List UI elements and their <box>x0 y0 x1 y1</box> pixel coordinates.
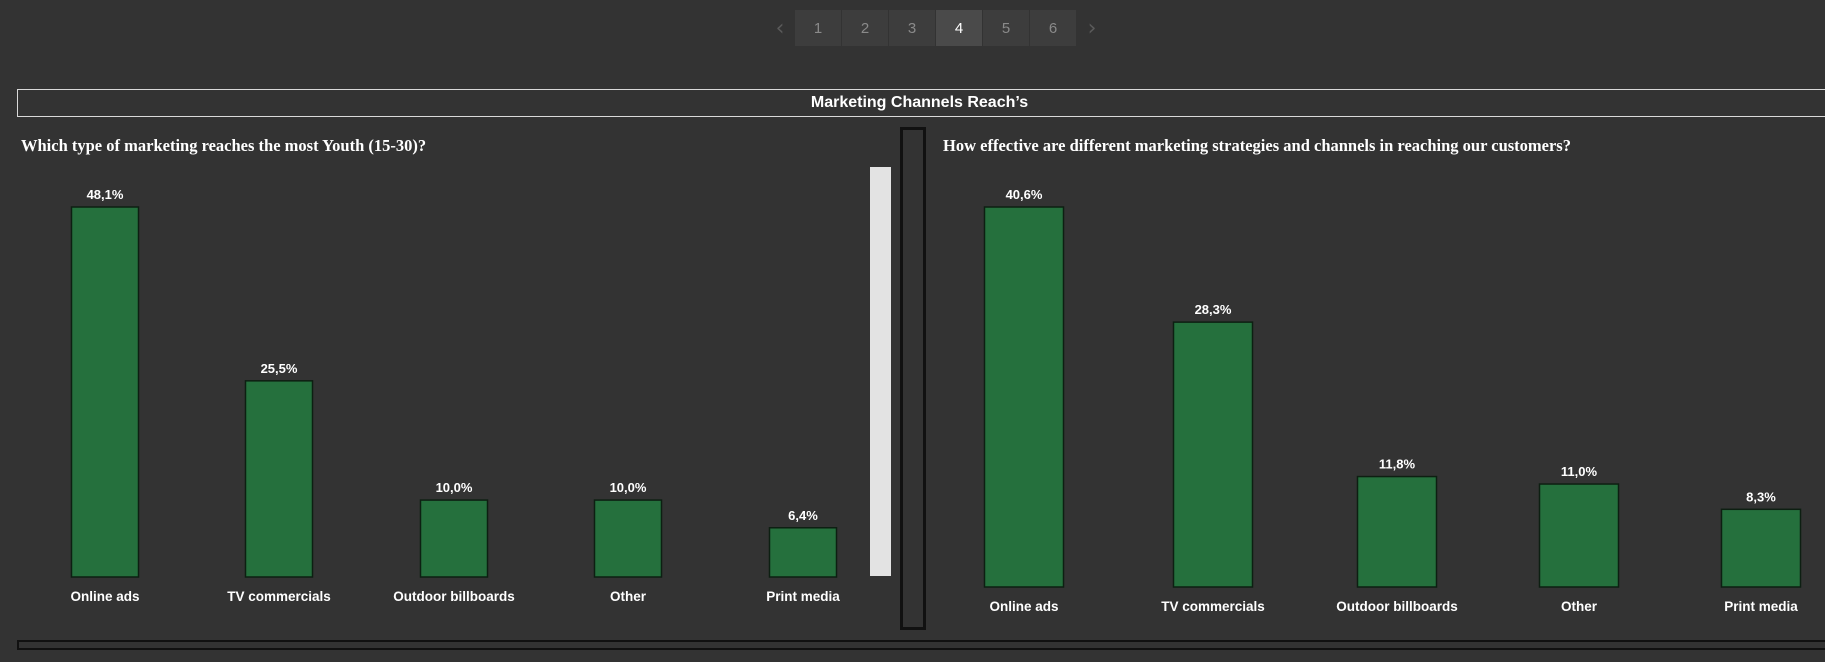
chart-1-value-label-4: 10,0% <box>610 480 647 495</box>
chart-2-bar-3[interactable] <box>1356 475 1438 588</box>
chart-1-bar-3[interactable] <box>419 499 489 578</box>
chart-2-value-label-4: 11,0% <box>1561 464 1598 479</box>
panel-divider <box>900 127 926 630</box>
scrollbar-track[interactable] <box>870 167 891 576</box>
chart-1-bar-5[interactable] <box>768 527 838 578</box>
chart-1-bar-1[interactable] <box>70 206 140 578</box>
chart-1-category-label-3: Outdoor billboards <box>393 589 515 604</box>
chart-1-value-label-5: 6,4% <box>788 508 818 523</box>
chart-1-category-label-5: Print media <box>766 589 840 604</box>
chart-2-category-label-3: Outdoor billboards <box>1336 599 1458 614</box>
chart-2-value-label-5: 8,3% <box>1746 489 1776 504</box>
chart-2-value-label-1: 40,6% <box>1006 187 1043 202</box>
chart-2-bar-4[interactable] <box>1538 483 1620 588</box>
chart-2-bar-5[interactable] <box>1720 508 1802 588</box>
chart-2-value-label-3: 11,8% <box>1379 457 1416 472</box>
chart-1-value-label-2: 25,5% <box>261 361 298 376</box>
chart-2-bar-1[interactable] <box>983 206 1065 588</box>
chart-1-category-label-1: Online ads <box>70 589 139 604</box>
horizontal-scrollbar[interactable] <box>17 640 1825 650</box>
chart-2-category-label-2: TV commercials <box>1161 599 1265 614</box>
chart-1-bar-4[interactable] <box>593 499 663 578</box>
chart-1-category-label-2: TV commercials <box>227 589 331 604</box>
chart-1-value-label-3: 10,0% <box>436 480 473 495</box>
chart-2-bar-2[interactable] <box>1172 321 1254 588</box>
chart-1-category-label-4: Other <box>610 589 647 604</box>
chart-2-category-label-1: Online ads <box>989 599 1058 614</box>
chart-2-value-label-2: 28,3% <box>1195 302 1232 317</box>
chart-1-value-label-1: 48,1% <box>87 187 124 202</box>
chart-1-bar-2[interactable] <box>244 380 314 578</box>
chart-2-category-label-4: Other <box>1561 599 1598 614</box>
chart-2-category-label-5: Print media <box>1724 599 1798 614</box>
